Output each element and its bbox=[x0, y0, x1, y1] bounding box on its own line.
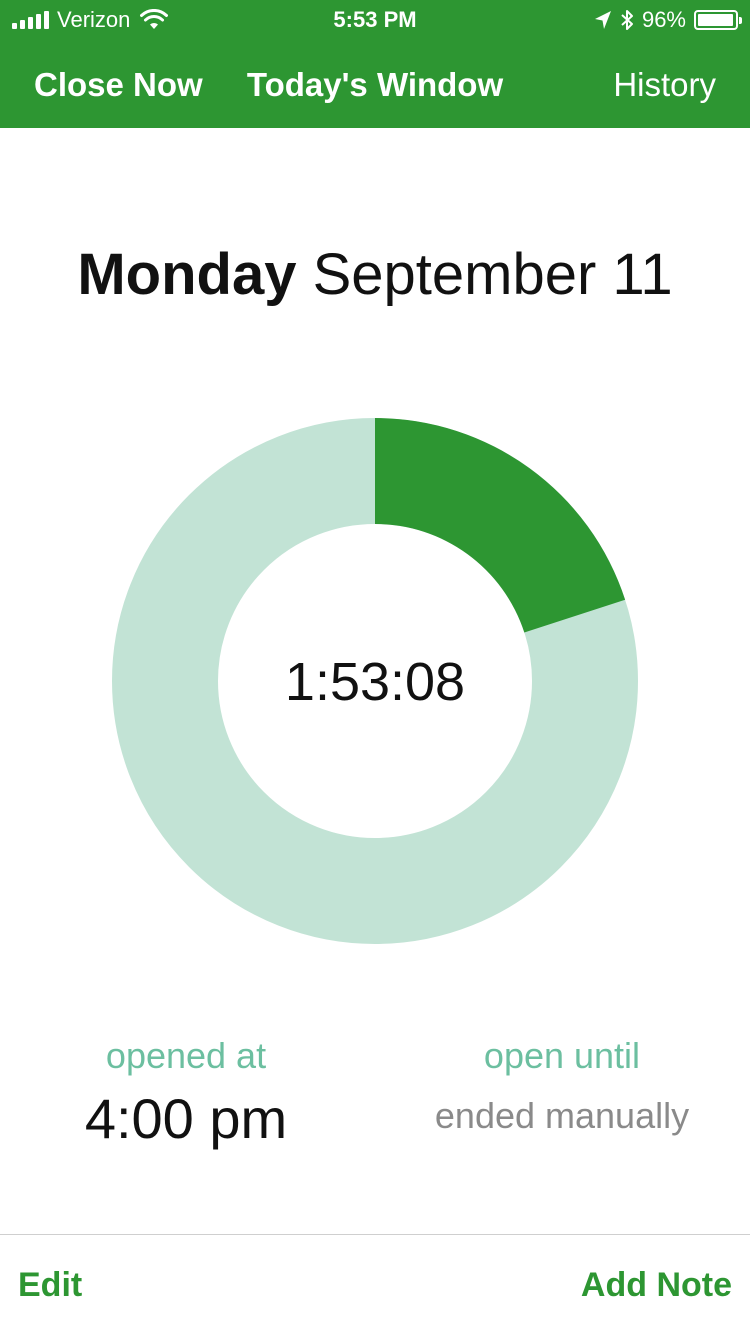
elapsed-timer: 1:53:08 bbox=[284, 652, 466, 712]
battery-cap bbox=[739, 17, 742, 24]
status-right: 96% bbox=[594, 6, 742, 34]
edit-button[interactable]: Edit bbox=[18, 1264, 82, 1306]
location-arrow-icon bbox=[594, 11, 611, 29]
bottom-divider bbox=[0, 1234, 750, 1235]
bluetooth-icon bbox=[621, 10, 633, 30]
status-bar: Verizon 5:53 PM 96% bbox=[0, 0, 750, 40]
battery-percent: 96% bbox=[641, 7, 686, 32]
opened-at-section: opened at 4:00 pm bbox=[36, 1034, 336, 1154]
add-note-button[interactable]: Add Note bbox=[581, 1264, 732, 1306]
date-text: September 11 bbox=[312, 242, 673, 307]
opened-at-label: opened at bbox=[105, 1035, 267, 1076]
battery-fill bbox=[698, 14, 733, 26]
open-until-label: open until bbox=[483, 1035, 641, 1076]
donut-elapsed-arc bbox=[375, 418, 626, 633]
weekday: Monday bbox=[77, 242, 297, 307]
opened-at-value: 4:00 pm bbox=[84, 1087, 288, 1150]
battery-icon bbox=[694, 10, 742, 30]
open-until-section: open until ended manually bbox=[412, 1034, 712, 1138]
history-button[interactable]: History bbox=[613, 66, 716, 104]
open-until-value: ended manually bbox=[434, 1095, 690, 1136]
date-title: Monday September 11 bbox=[0, 240, 750, 310]
header-bar: Verizon 5:53 PM 96% Close Now Today's Wi… bbox=[0, 0, 750, 128]
